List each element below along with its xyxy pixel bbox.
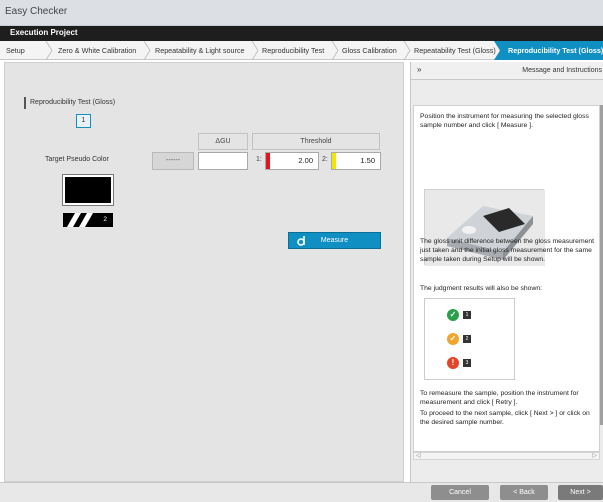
threshold1-color-mark bbox=[266, 153, 270, 169]
back-button[interactable]: < Back bbox=[500, 485, 548, 500]
threshold2-value: 1.50 bbox=[360, 156, 375, 165]
instruction-text-5: To proceed to the next sample, click [ N… bbox=[420, 410, 590, 426]
dgu-value-field bbox=[198, 152, 248, 170]
judgment-warning: ✓ 2 bbox=[447, 333, 487, 345]
next-button[interactable]: Next > bbox=[558, 485, 603, 500]
footer-bar: Cancel < Back Next > bbox=[0, 482, 603, 502]
judgment-num: 3 bbox=[463, 359, 471, 367]
judgment-legend: ✓ 1 ✓ 2 ! 3 bbox=[424, 298, 515, 380]
instruction-text-1: Position the instrument for measuring th… bbox=[420, 113, 589, 129]
threshold-header: Threshold bbox=[252, 133, 380, 150]
judgment-num: 1 bbox=[463, 311, 471, 319]
section-label: Reproducibility Test (Gloss) bbox=[30, 99, 116, 106]
target-color-swatch bbox=[62, 174, 114, 206]
instructions-panel: » Message and Instructions Position the … bbox=[410, 62, 603, 482]
dgu-header: ΔGU bbox=[198, 133, 248, 150]
gloss-sample-swatch: 2 bbox=[63, 213, 113, 227]
target-pseudo-color-label: Target Pseudo Color bbox=[45, 156, 109, 163]
sample-number-button[interactable]: 1 bbox=[76, 114, 91, 128]
measure-icon bbox=[297, 236, 305, 246]
instruction-text-2: The gloss unit difference between the gl… bbox=[420, 238, 595, 263]
window-title: Easy Checker bbox=[5, 6, 68, 17]
main-content-area bbox=[4, 62, 404, 482]
warning-icon: ✓ bbox=[447, 333, 459, 345]
judgment-pass: ✓ 1 bbox=[447, 309, 487, 321]
project-bar: Execution Project bbox=[0, 26, 603, 41]
project-title: Execution Project bbox=[10, 28, 78, 37]
instructions-content: Position the instrument for measuring th… bbox=[413, 105, 600, 452]
fail-icon: ! bbox=[447, 357, 459, 369]
threshold2-field: 1.50 bbox=[331, 152, 381, 170]
measure-label: Measure bbox=[320, 237, 349, 244]
panel-header: » Message and Instructions bbox=[411, 62, 603, 80]
result-placeholder-button[interactable]: ------ bbox=[152, 152, 194, 170]
threshold1-value: 2.00 bbox=[298, 156, 313, 165]
title-bar: Easy Checker bbox=[0, 0, 603, 26]
wizard-steps: Setup Zero & White Calibration Repeatabi… bbox=[0, 41, 603, 60]
threshold1-index: 1: bbox=[256, 156, 262, 163]
swatch-number: 2 bbox=[103, 216, 107, 223]
scroll-right-icon[interactable]: ▷ bbox=[592, 452, 597, 459]
step-separators bbox=[45, 41, 500, 60]
pass-icon: ✓ bbox=[447, 309, 459, 321]
panel-title: Message and Instructions bbox=[522, 67, 602, 74]
scroll-left-icon[interactable]: ◁ bbox=[416, 452, 421, 459]
horizontal-scrollbar[interactable]: ◁ ▷ bbox=[413, 452, 600, 460]
judgment-num: 2 bbox=[463, 335, 471, 343]
threshold2-color-mark bbox=[332, 153, 336, 169]
section-marker bbox=[24, 97, 26, 109]
measure-button[interactable]: Measure bbox=[288, 232, 381, 249]
instruction-text-3: The judgment results will also be shown: bbox=[420, 285, 543, 292]
instruction-text-4: To remeasure the sample, position the in… bbox=[420, 390, 579, 406]
collapse-panel-icon[interactable]: » bbox=[417, 65, 421, 74]
judgment-fail: ! 3 bbox=[447, 357, 487, 369]
threshold1-field: 2.00 bbox=[265, 152, 319, 170]
threshold2-index: 2: bbox=[322, 156, 328, 163]
cancel-button[interactable]: Cancel bbox=[431, 485, 489, 500]
